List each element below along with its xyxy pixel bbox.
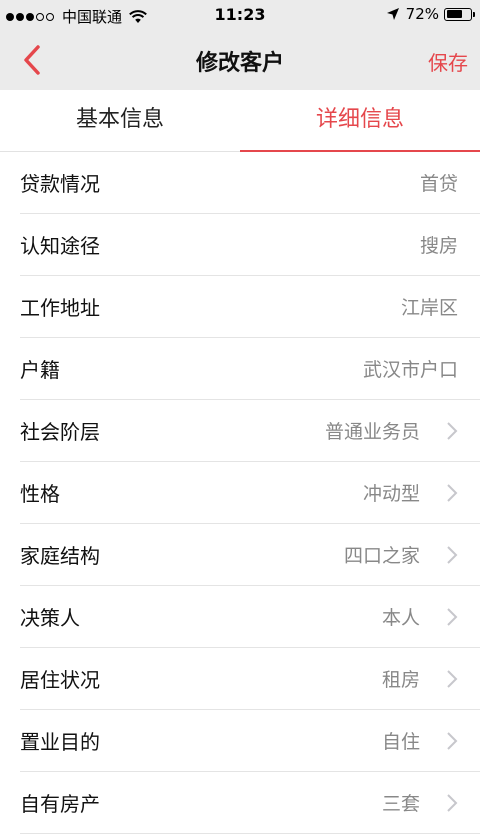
row-label: 社会阶层 [20,420,100,444]
row-value: 武汉市户口 [362,359,458,381]
row-value: 搜房 [419,235,458,257]
battery-icon [444,7,475,21]
chevron-right-icon [447,670,458,688]
row-label: 置业目的 [20,730,100,754]
row-purchase-purpose[interactable]: 置业目的 自住 [20,710,480,772]
row-label: 自有房产 [20,792,100,816]
row-household-registration[interactable]: 户籍 武汉市户口 [20,338,480,400]
row-personality[interactable]: 性格 冲动型 [20,462,480,524]
row-value: 江岸区 [400,297,458,319]
row-label: 家庭结构 [20,544,100,568]
row-value: 冲动型 [362,483,420,505]
row-awareness-channel[interactable]: 认知途径 搜房 [20,214,480,276]
tab-basic-info[interactable]: 基本信息 [0,90,240,151]
chevron-right-icon [447,732,458,750]
battery-percent: 72% [405,5,439,23]
row-family-structure[interactable]: 家庭结构 四口之家 [20,524,480,586]
status-bar: 中国联通 11:23 72% [0,0,480,30]
row-value: 本人 [381,607,420,629]
row-label: 工作地址 [20,296,100,320]
row-label: 居住状况 [20,668,100,692]
row-value: 普通业务员 [324,421,420,443]
battery-fill [446,10,463,18]
tab-bar: 基本信息 详细信息 [0,90,480,152]
header-area: 中国联通 11:23 72% 修改客户 保存 [0,0,480,90]
row-value: 租房 [381,669,420,691]
row-label: 性格 [20,482,60,506]
row-label: 决策人 [20,606,80,630]
row-work-address[interactable]: 工作地址 江岸区 [20,276,480,338]
navigation-bar: 修改客户 保存 [0,30,480,90]
row-value: 三套 [381,793,420,815]
row-value: 自住 [381,731,420,753]
row-social-class[interactable]: 社会阶层 普通业务员 [20,400,480,462]
status-right: 72% [386,5,475,23]
row-decision-maker[interactable]: 决策人 本人 [20,586,480,648]
detail-list: 贷款情况 首贷 认知途径 搜房 工作地址 江岸区 户籍 武汉市户口 社会阶层 普… [0,152,480,834]
tab-detail-info[interactable]: 详细信息 [240,90,480,152]
chevron-right-icon [447,546,458,564]
chevron-right-icon [447,794,458,812]
location-arrow-icon [386,8,399,20]
row-value: 四口之家 [343,545,420,567]
chevron-right-icon [447,422,458,440]
row-owned-property[interactable]: 自有房产 三套 [20,772,480,834]
row-label: 户籍 [20,358,60,382]
chevron-right-icon [447,608,458,626]
row-living-status[interactable]: 居住状况 租房 [20,648,480,710]
row-label: 认知途径 [20,234,100,258]
save-button[interactable]: 保存 [428,47,468,76]
chevron-right-icon [447,484,458,502]
row-value: 首贷 [419,173,458,195]
row-loan-status[interactable]: 贷款情况 首贷 [20,152,480,214]
page-title: 修改客户 [195,51,284,76]
row-label: 贷款情况 [20,172,100,196]
